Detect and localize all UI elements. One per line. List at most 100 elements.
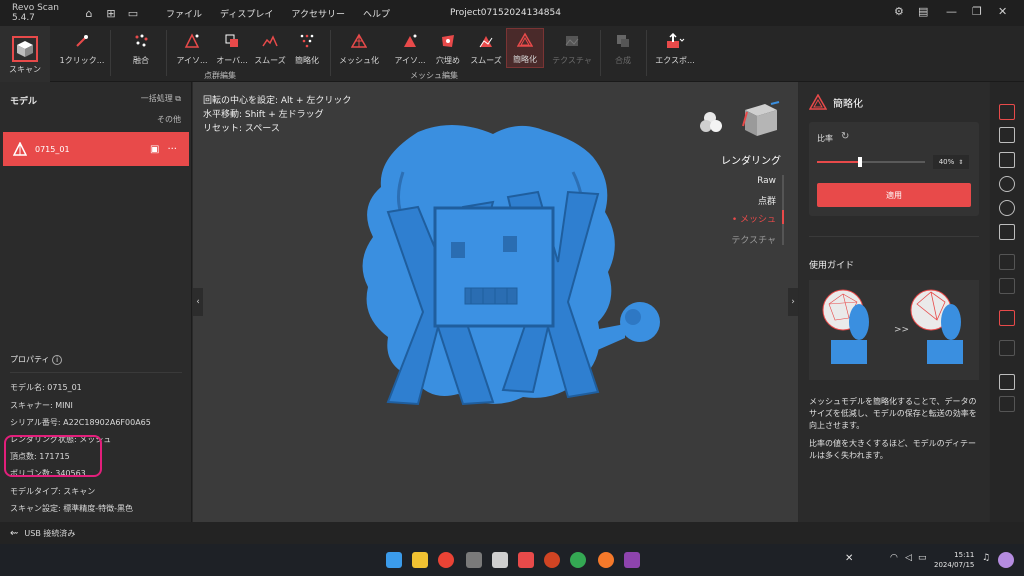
- close-x-icon[interactable]: ✕: [845, 553, 853, 564]
- lasso-select-icon[interactable]: [999, 152, 1015, 168]
- mesh-icon: [348, 30, 370, 52]
- notification-icon[interactable]: ♫: [982, 553, 990, 563]
- apply-button[interactable]: 適用: [817, 183, 971, 207]
- more-icon[interactable]: ···: [167, 144, 177, 155]
- delete-selection-icon[interactable]: [999, 278, 1015, 294]
- circle-select-icon[interactable]: [999, 176, 1015, 192]
- stepper-icon[interactable]: ⇕: [958, 159, 963, 166]
- merge-button[interactable]: 合成: [606, 30, 640, 70]
- scan-button[interactable]: スキャン: [0, 26, 50, 82]
- status-bar: ⇜ USB 接続済み: [0, 522, 1024, 544]
- mesh-simplify-button[interactable]: 簡略化: [506, 28, 544, 68]
- prop-model-name: モデル名: 0715_01: [10, 383, 82, 392]
- export-button[interactable]: エクスポ...: [652, 30, 698, 70]
- mesh-smooth-button[interactable]: スムーズ: [466, 30, 506, 70]
- ratio-slider-track[interactable]: [817, 157, 925, 167]
- menu-file[interactable]: ファイル: [166, 7, 202, 20]
- brush-select-icon[interactable]: [999, 200, 1015, 216]
- blender-icon[interactable]: [598, 552, 614, 568]
- usb-icon: ⇜: [10, 527, 19, 539]
- copy-icon[interactable]: [999, 254, 1015, 270]
- ratio-reset-icon[interactable]: ↻: [841, 131, 849, 142]
- app-icon-3[interactable]: [624, 552, 640, 568]
- pc-smooth-label: スムーズ: [254, 56, 286, 65]
- render-option-pointcloud[interactable]: 点群: [758, 194, 776, 207]
- notes-icon[interactable]: ▤: [918, 5, 928, 18]
- export-icon: [664, 30, 686, 52]
- ratio-input[interactable]: 40% ⇕: [933, 155, 969, 169]
- pc-simplify-button[interactable]: 簡略化: [290, 30, 324, 70]
- home-icon[interactable]: ⌂: [82, 6, 96, 20]
- chrome-icon[interactable]: [438, 552, 454, 568]
- open-folder-icon[interactable]: ▭: [126, 6, 140, 20]
- menu-help[interactable]: ヘルプ: [363, 7, 390, 20]
- app-icon-1[interactable]: [466, 552, 482, 568]
- menu-accessory[interactable]: アクセサリー: [291, 7, 345, 20]
- wifi-icon[interactable]: ◠: [890, 553, 898, 563]
- trash-icon[interactable]: [999, 340, 1015, 356]
- texture-label: テクスチャ: [552, 56, 592, 65]
- other-button[interactable]: その他: [157, 114, 181, 125]
- divider: [10, 372, 182, 373]
- prop-model-type: モデルタイプ: スキャン: [10, 487, 96, 496]
- mesh-smooth-label: スムーズ: [470, 56, 502, 65]
- fill-holes-button[interactable]: 穴埋め: [430, 30, 466, 70]
- project-title: Project07152024134854: [450, 8, 561, 18]
- settings-icon[interactable]: ⚙: [894, 5, 904, 18]
- right-panel-toggle[interactable]: ›: [788, 288, 798, 316]
- menu-display[interactable]: ディスプレイ: [220, 7, 273, 20]
- annotation-highlight: [4, 435, 102, 477]
- usb-status: USB 接続済み: [24, 528, 76, 538]
- info-icon[interactable]: i: [52, 355, 63, 365]
- title-bar: Revo Scan 5.4.7 ⌂ ⊞ ▭ ファイル ディスプレイ アクセサリー…: [0, 0, 1024, 26]
- texture-button[interactable]: テクスチャ: [550, 30, 594, 70]
- battery-icon[interactable]: ▭: [918, 553, 927, 563]
- mesh-model-icon: [13, 142, 27, 156]
- invert-select-icon[interactable]: [999, 224, 1015, 240]
- chrome-icon-2[interactable]: [570, 552, 586, 568]
- select-cursor-icon[interactable]: [999, 104, 1015, 120]
- batch-process-button[interactable]: 一括処理 ⧉: [141, 93, 181, 104]
- mesh-button[interactable]: メッシュ化: [336, 30, 382, 70]
- close-icon[interactable]: ✕: [998, 5, 1007, 18]
- pc-smooth-button[interactable]: スムーズ: [250, 30, 290, 70]
- explorer-icon[interactable]: [412, 552, 428, 568]
- maximize-icon[interactable]: ❐: [972, 5, 982, 18]
- ratio-slider-thumb[interactable]: [858, 157, 863, 167]
- render-title: レンダリング: [721, 156, 781, 167]
- copilot-icon[interactable]: [998, 552, 1014, 568]
- pc-overlap-label: オーバ...: [216, 56, 248, 65]
- speaker-icon[interactable]: ◁: [905, 553, 912, 563]
- start-icon[interactable]: [386, 552, 402, 568]
- mesh-isolation-button[interactable]: アイソ...: [390, 30, 430, 70]
- prop-scan-settings: スキャン設定: 標準精度-特徴-黒色: [10, 504, 134, 513]
- app-icon-2[interactable]: [492, 552, 508, 568]
- new-project-icon[interactable]: ⊞: [104, 6, 118, 20]
- pc-isolation-button[interactable]: アイソ...: [172, 30, 212, 70]
- rect-select-icon[interactable]: [999, 127, 1015, 143]
- view-cube-icon[interactable]: [735, 96, 783, 140]
- undo-icon[interactable]: [999, 374, 1015, 390]
- render-option-mesh[interactable]: • メッシュ: [732, 212, 776, 225]
- pc-overlap-button[interactable]: オーバ...: [212, 30, 252, 70]
- lighting-icon[interactable]: [700, 110, 730, 134]
- redo-icon[interactable]: [999, 396, 1015, 412]
- left-panel-toggle[interactable]: ‹: [193, 288, 203, 316]
- powerpoint-icon[interactable]: [544, 552, 560, 568]
- minimize-icon[interactable]: —: [946, 5, 957, 18]
- 3d-viewport[interactable]: 回転の中心を設定: Alt + 左クリック 水平移動: Shift + 左ドラッ…: [193, 82, 798, 522]
- scanned-mesh-model[interactable]: [343, 112, 683, 422]
- simplify-panel-title: 簡略化: [833, 99, 863, 110]
- film-icon[interactable]: ▣: [150, 144, 159, 155]
- clock[interactable]: 15:11 2024/07/15: [934, 550, 974, 570]
- fill-holes-icon: [437, 30, 459, 52]
- model-list-item[interactable]: 0715_01 ▣ ···: [3, 132, 189, 166]
- render-option-raw[interactable]: Raw: [757, 176, 776, 186]
- duplicate-icon[interactable]: [999, 310, 1015, 326]
- one-click-button[interactable]: 1クリック...: [58, 30, 106, 70]
- model-panel-title: モデル: [10, 97, 38, 107]
- smooth-icon: [259, 30, 281, 52]
- revo-scan-taskbar-icon[interactable]: [518, 552, 534, 568]
- fuse-button[interactable]: 融合: [124, 30, 158, 70]
- render-option-texture[interactable]: テクスチャ: [731, 233, 776, 246]
